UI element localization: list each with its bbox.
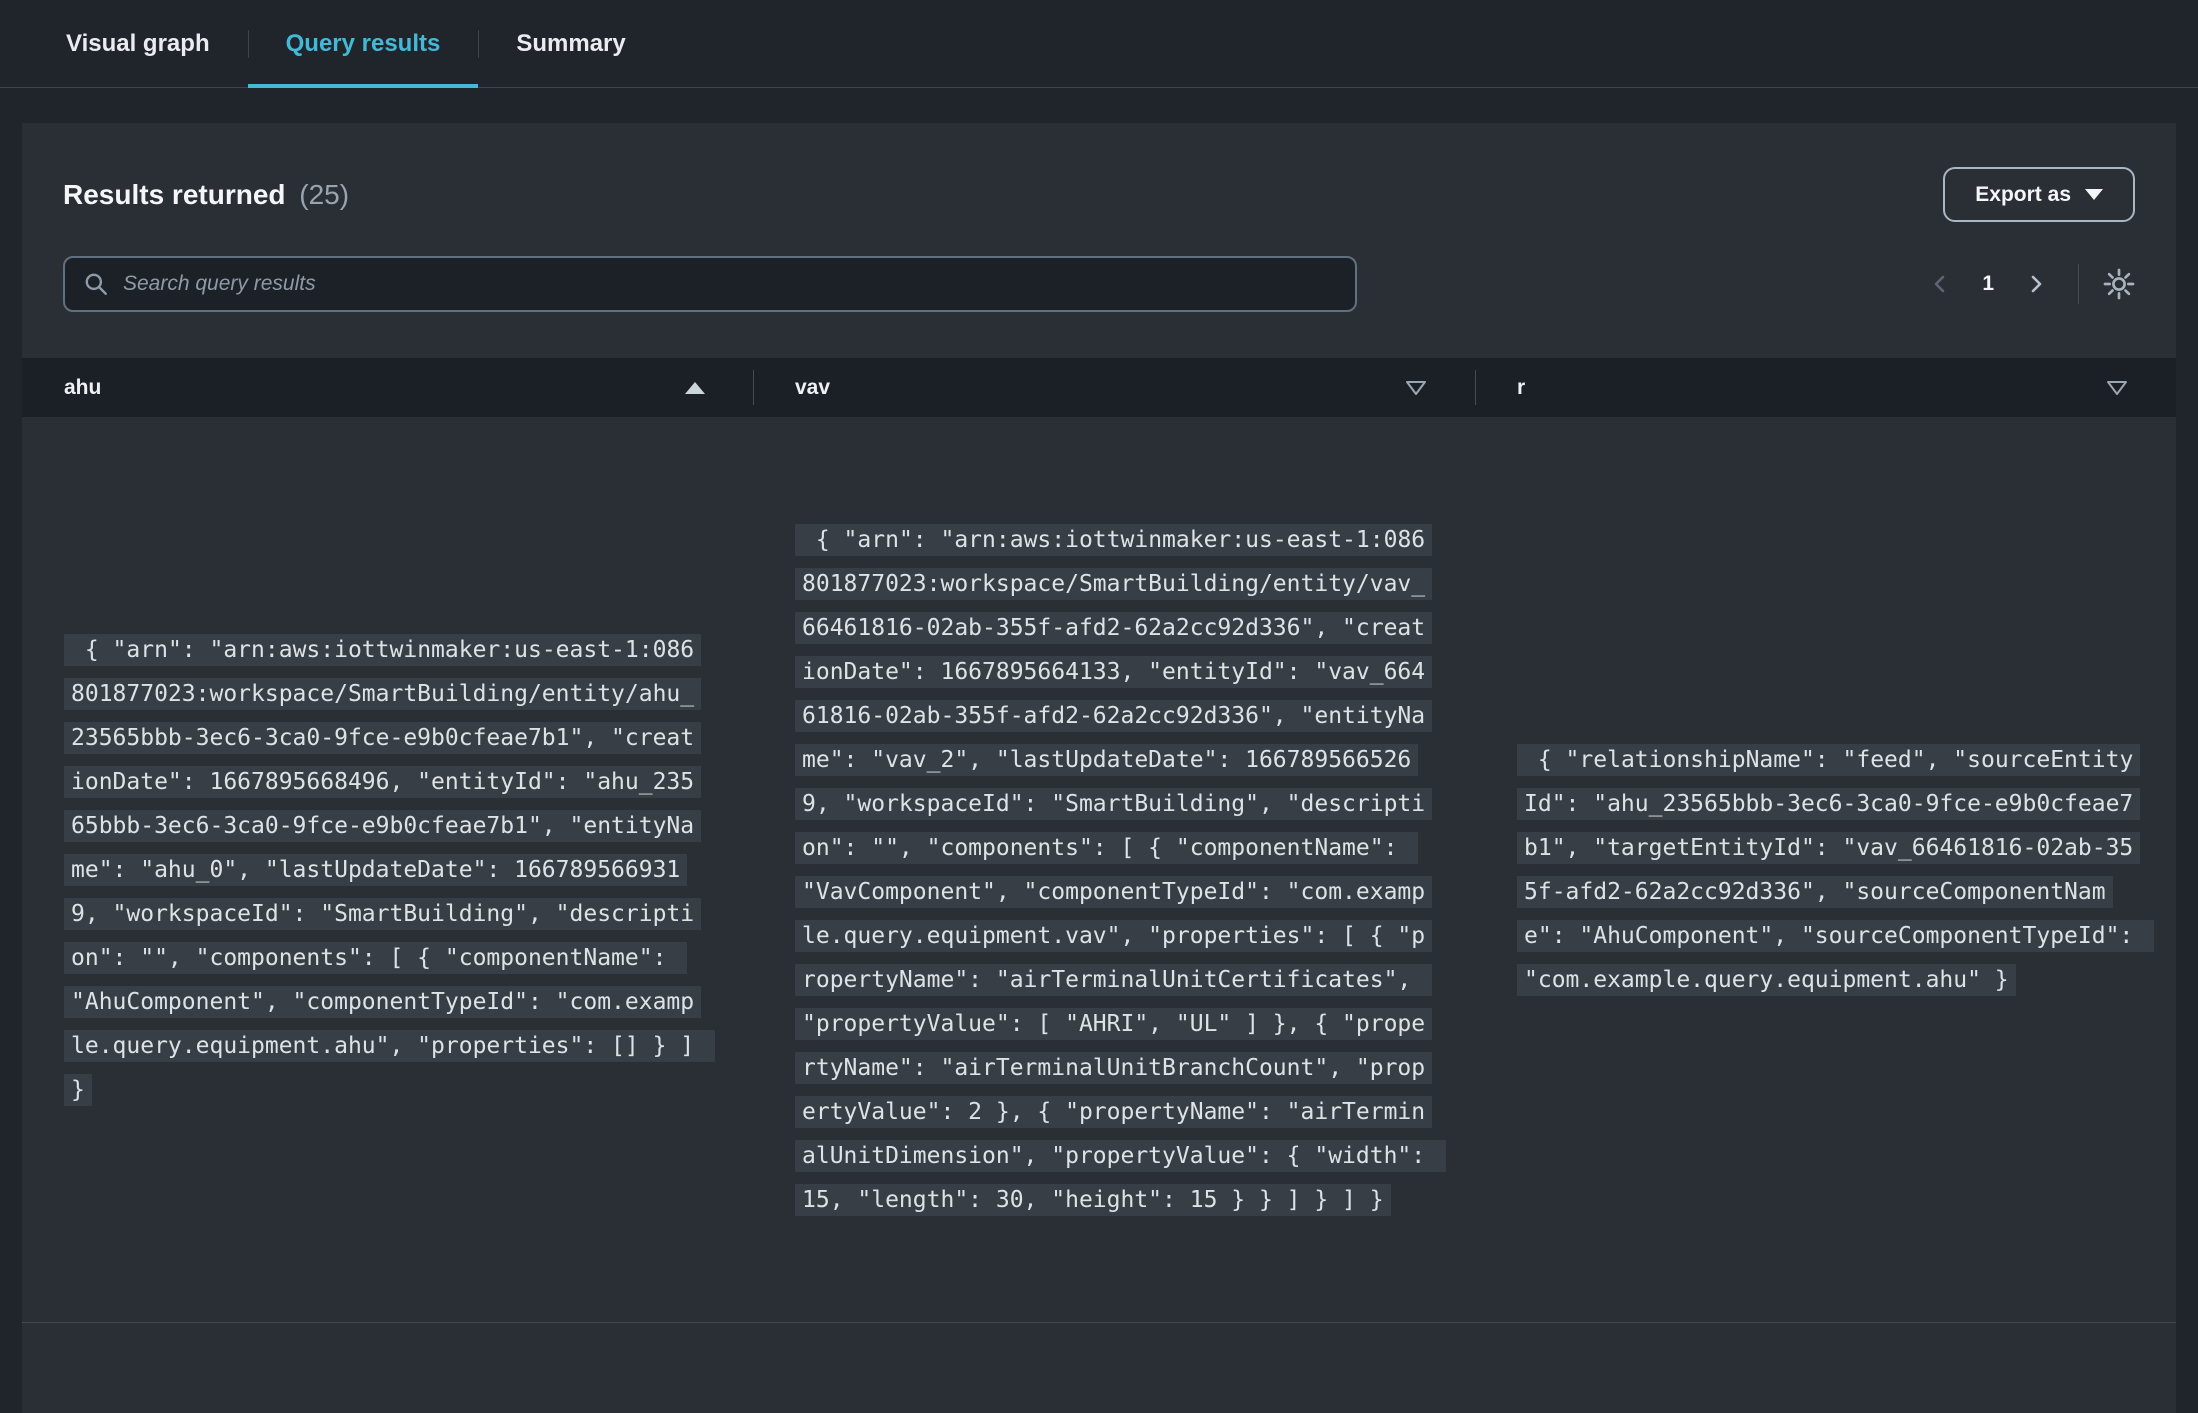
tab-label: Summary — [516, 29, 626, 57]
sort-down-icon — [2106, 380, 2128, 396]
cell-r: { "relationshipName": "feed", "sourceEnt… — [1475, 417, 2176, 1322]
pagination: 1 — [1922, 265, 2054, 303]
search-input[interactable] — [123, 272, 1337, 296]
panel-header: Results returned (25) Export as — [22, 123, 2176, 222]
gear-icon — [2103, 268, 2135, 300]
next-page-button[interactable] — [2016, 265, 2054, 303]
cell-ahu: { "arn": "arn:aws:iottwinmaker:us-east-1… — [22, 417, 753, 1322]
column-header-vav[interactable]: vav — [753, 358, 1475, 417]
results-count: (25) — [299, 178, 350, 210]
cell-r-json: { "relationshipName": "feed", "sourceEnt… — [1517, 743, 2155, 996]
chevron-down-icon — [2085, 189, 2103, 200]
tab-query-results[interactable]: Query results — [247, 0, 479, 88]
sort-ascending-icon — [685, 381, 705, 394]
cell-vav-json: { "arn": "arn:aws:iottwinmaker:us-east-1… — [795, 523, 1446, 1216]
tabs-bar: Visual graph Query results Summary — [0, 0, 2198, 88]
tab-label: Visual graph — [66, 29, 210, 57]
search-box[interactable] — [63, 256, 1357, 312]
previous-page-button[interactable] — [1922, 265, 1960, 303]
results-panel: Results returned (25) Export as Search q… — [22, 123, 2176, 1413]
search-icon — [83, 271, 109, 297]
column-header-ahu[interactable]: ahu — [22, 358, 753, 417]
column-header-r[interactable]: r — [1475, 358, 2176, 417]
page-title: Results returned (25) — [63, 179, 349, 211]
export-as-button[interactable]: Export as — [1943, 167, 2135, 222]
tab-summary[interactable]: Summary — [478, 0, 663, 87]
table-header: ahu vav r — [22, 358, 2176, 417]
tab-label: Query results — [285, 29, 441, 57]
toolbar: 1 — [63, 256, 2135, 312]
export-as-label: Export as — [1975, 182, 2071, 206]
column-label: r — [1517, 375, 1526, 399]
results-table: ahu vav r {"arn": "arn:aws:iottwinmaker… — [22, 358, 2176, 1323]
results-returned-label: Results returned — [63, 178, 286, 210]
column-label: vav — [795, 375, 831, 399]
cell-ahu-json: { "arn": "arn:aws:iottwinmaker:us-east-1… — [64, 633, 715, 1106]
sort-down-icon — [1405, 380, 1427, 396]
settings-button[interactable] — [2103, 268, 2135, 300]
page: Visual graph Query results Summary Resul… — [0, 0, 2198, 1413]
tab-visual-graph[interactable]: Visual graph — [28, 0, 248, 87]
tabs: Visual graph Query results Summary — [28, 0, 664, 88]
current-page[interactable]: 1 — [1976, 272, 2000, 296]
toolbar-divider — [2078, 264, 2079, 304]
cell-vav: { "arn": "arn:aws:iottwinmaker:us-east-1… — [753, 417, 1475, 1322]
table-row[interactable]: { "arn": "arn:aws:iottwinmaker:us-east-1… — [22, 417, 2176, 1323]
column-label: ahu — [64, 375, 102, 399]
